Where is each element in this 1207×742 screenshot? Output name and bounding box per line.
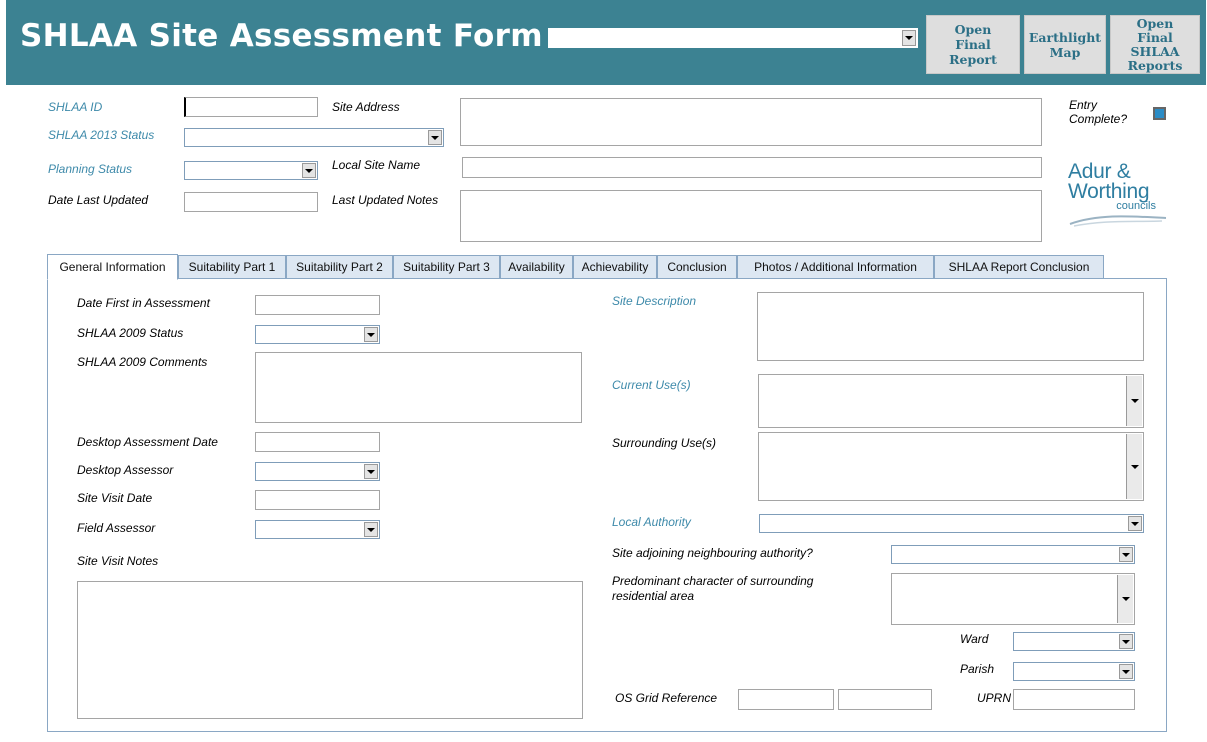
chevron-down-icon[interactable] [1128, 516, 1142, 531]
field-assessor-select[interactable] [255, 520, 380, 539]
field-assessor-label: Field Assessor [77, 521, 156, 535]
chevron-down-icon[interactable] [1117, 575, 1133, 623]
surrounding-uses-list[interactable] [758, 432, 1144, 501]
desktop-assessment-date-label: Desktop Assessment Date [77, 435, 218, 449]
current-uses-list[interactable] [758, 374, 1144, 428]
parish-select[interactable] [1013, 662, 1135, 681]
desktop-assessor-select[interactable] [255, 462, 380, 481]
chevron-down-icon[interactable] [1126, 434, 1142, 499]
chevron-down-icon[interactable] [1126, 376, 1142, 426]
shlaa-2013-status-label: SHLAA 2013 Status [48, 128, 155, 142]
date-first-in-assessment-label: Date First in Assessment [77, 296, 210, 310]
shlaa-id-label: SHLAA ID [48, 100, 103, 114]
shlaa-2009-status-label: SHLAA 2009 Status [77, 326, 184, 340]
site-visit-notes-label: Site Visit Notes [77, 554, 159, 568]
form-title: SHLAA Site Assessment Form [20, 18, 543, 54]
uprn-label: UPRN [977, 691, 1012, 705]
tab-general-information[interactable]: General Information [47, 254, 178, 280]
site-select[interactable] [548, 28, 918, 48]
parish-label: Parish [960, 662, 995, 676]
entry-complete-checkbox[interactable] [1153, 107, 1166, 120]
tab-suitability-part-1[interactable]: Suitability Part 1 [178, 255, 286, 279]
site-adjoining-select[interactable] [891, 545, 1135, 564]
chevron-down-icon[interactable] [364, 464, 378, 479]
shlaa-2009-status-select[interactable] [255, 325, 380, 344]
desktop-assessor-label: Desktop Assessor [77, 463, 174, 477]
council-logo: Adur & Worthing councils [1068, 160, 1168, 228]
site-adjoining-label: Site adjoining neighbouring authority? [612, 546, 813, 560]
planning-status-label: Planning Status [48, 162, 133, 176]
chevron-down-icon[interactable] [902, 30, 916, 46]
uprn-input[interactable] [1013, 689, 1135, 710]
logo-swoosh-icon [1069, 215, 1167, 227]
local-authority-label: Local Authority [612, 515, 691, 529]
tab-achievability[interactable]: Achievability [573, 255, 657, 279]
open-final-report-button[interactable]: Open Final Report [926, 15, 1020, 74]
os-grid-reference-label: OS Grid Reference [615, 691, 718, 705]
entry-complete-label: Entry Complete? [1069, 98, 1128, 126]
planning-status-select[interactable] [184, 161, 318, 180]
site-description-label: Site Description [612, 294, 697, 308]
tab-photos-additional-information[interactable]: Photos / Additional Information [737, 255, 934, 279]
date-last-updated-label: Date Last Updated [48, 193, 149, 207]
chevron-down-icon[interactable] [1119, 547, 1133, 562]
site-address-label: Site Address [332, 100, 400, 114]
date-last-updated-input[interactable] [184, 192, 318, 212]
site-description-input[interactable] [757, 292, 1144, 361]
os-grid-easting-input[interactable] [738, 689, 834, 710]
tab-availability[interactable]: Availability [500, 255, 573, 279]
shlaa-id-input[interactable] [184, 97, 318, 117]
ward-label: Ward [960, 632, 989, 646]
chevron-down-icon[interactable] [1119, 664, 1133, 679]
local-site-name-label: Local Site Name [332, 158, 421, 172]
tab-shlaa-report-conclusion[interactable]: SHLAA Report Conclusion [934, 255, 1104, 279]
local-site-name-input[interactable] [462, 157, 1042, 178]
os-grid-northing-input[interactable] [838, 689, 932, 710]
date-first-in-assessment-input[interactable] [255, 295, 380, 315]
predominant-character-label: Predominant character of surrounding res… [612, 574, 814, 603]
site-visit-date-label: Site Visit Date [77, 491, 153, 505]
predominant-character-list[interactable] [891, 573, 1135, 625]
shlaa-2009-comments-input[interactable] [255, 352, 582, 423]
tab-conclusion[interactable]: Conclusion [657, 255, 737, 279]
current-uses-label: Current Use(s) [612, 378, 691, 392]
chevron-down-icon[interactable] [302, 163, 316, 178]
chevron-down-icon[interactable] [364, 522, 378, 537]
tab-suitability-part-3[interactable]: Suitability Part 3 [393, 255, 500, 279]
surrounding-uses-label: Surrounding Use(s) [612, 436, 717, 450]
local-authority-select[interactable] [759, 514, 1144, 533]
desktop-assessment-date-input[interactable] [255, 432, 380, 452]
earthlight-map-button[interactable]: Earthlight Map [1024, 15, 1106, 74]
chevron-down-icon[interactable] [428, 130, 442, 145]
last-updated-notes-input[interactable] [460, 190, 1042, 242]
shlaa-2013-status-select[interactable] [184, 128, 444, 147]
open-final-shlaa-reports-button[interactable]: Open Final SHLAA Reports [1110, 15, 1200, 74]
tab-suitability-part-2[interactable]: Suitability Part 2 [286, 255, 393, 279]
logo-line1: Adur & [1068, 160, 1131, 183]
shlaa-2009-comments-label: SHLAA 2009 Comments [77, 355, 208, 369]
chevron-down-icon[interactable] [364, 327, 378, 342]
site-visit-date-input[interactable] [255, 490, 380, 510]
ward-select[interactable] [1013, 632, 1135, 651]
chevron-down-icon[interactable] [1119, 634, 1133, 649]
site-address-input[interactable] [460, 98, 1042, 146]
logo-line2: Worthing [1068, 180, 1150, 203]
last-updated-notes-label: Last Updated Notes [332, 193, 439, 207]
site-visit-notes-input[interactable] [77, 581, 583, 719]
